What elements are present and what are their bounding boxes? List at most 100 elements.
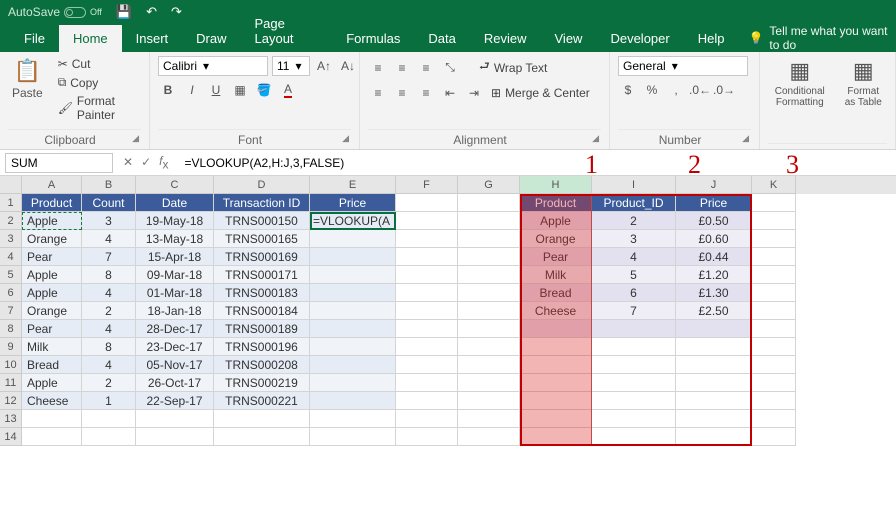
cancel-icon[interactable]: ✕ bbox=[123, 155, 133, 169]
cell-J13[interactable] bbox=[676, 410, 752, 428]
cell-E2[interactable]: =VLOOKUP(A bbox=[310, 212, 396, 230]
cell-E13[interactable] bbox=[310, 410, 396, 428]
cell-E8[interactable] bbox=[310, 320, 396, 338]
cell-I2[interactable]: 2 bbox=[592, 212, 676, 230]
cell-F5[interactable] bbox=[396, 266, 458, 284]
cell-K4[interactable] bbox=[752, 248, 796, 266]
cell-G7[interactable] bbox=[458, 302, 520, 320]
cell-B2[interactable]: 3 bbox=[82, 212, 136, 230]
align-bottom-button[interactable]: ≡ bbox=[416, 58, 436, 78]
cell-F14[interactable] bbox=[396, 428, 458, 446]
cell-K11[interactable] bbox=[752, 374, 796, 392]
tab-developer[interactable]: Developer bbox=[596, 25, 683, 52]
cell-I4[interactable]: 4 bbox=[592, 248, 676, 266]
cell-C1[interactable]: Date bbox=[136, 194, 214, 212]
cell-J5[interactable]: £1.20 bbox=[676, 266, 752, 284]
indent-dec-button[interactable]: ⇤ bbox=[440, 83, 460, 103]
cell-E3[interactable] bbox=[310, 230, 396, 248]
row-header[interactable]: 6 bbox=[0, 284, 22, 302]
number-format-select[interactable]: General▾ bbox=[618, 56, 748, 76]
cell-H13[interactable] bbox=[520, 410, 592, 428]
cell-H8[interactable] bbox=[520, 320, 592, 338]
cell-G10[interactable] bbox=[458, 356, 520, 374]
col-header-G[interactable]: G bbox=[458, 176, 520, 194]
italic-button[interactable]: I bbox=[182, 80, 202, 100]
cell-D4[interactable]: TRNS000169 bbox=[214, 248, 310, 266]
col-header-E[interactable]: E bbox=[310, 176, 396, 194]
cell-J10[interactable] bbox=[676, 356, 752, 374]
cell-D2[interactable]: TRNS000150 bbox=[214, 212, 310, 230]
cell-F7[interactable] bbox=[396, 302, 458, 320]
cell-K5[interactable] bbox=[752, 266, 796, 284]
cell-F3[interactable] bbox=[396, 230, 458, 248]
cell-A2[interactable]: Apple bbox=[22, 212, 82, 230]
tab-home[interactable]: Home bbox=[59, 25, 122, 52]
cell-D9[interactable]: TRNS000196 bbox=[214, 338, 310, 356]
grow-font-button[interactable]: A↑ bbox=[314, 56, 334, 76]
row-header[interactable]: 10 bbox=[0, 356, 22, 374]
cell-K10[interactable] bbox=[752, 356, 796, 374]
cell-C11[interactable]: 26-Oct-17 bbox=[136, 374, 214, 392]
cell-A8[interactable]: Pear bbox=[22, 320, 82, 338]
cell-I7[interactable]: 7 bbox=[592, 302, 676, 320]
cell-A1[interactable]: Product bbox=[22, 194, 82, 212]
align-right-button[interactable]: ≡ bbox=[416, 83, 436, 103]
cell-C14[interactable] bbox=[136, 428, 214, 446]
cell-K8[interactable] bbox=[752, 320, 796, 338]
cell-F4[interactable] bbox=[396, 248, 458, 266]
cell-A11[interactable]: Apple bbox=[22, 374, 82, 392]
cell-B7[interactable]: 2 bbox=[82, 302, 136, 320]
cell-I11[interactable] bbox=[592, 374, 676, 392]
cell-D14[interactable] bbox=[214, 428, 310, 446]
format-as-table-button[interactable]: ▦Format as Table bbox=[840, 56, 887, 110]
align-left-button[interactable]: ≡ bbox=[368, 83, 388, 103]
cell-B12[interactable]: 1 bbox=[82, 392, 136, 410]
bold-button[interactable]: B bbox=[158, 80, 178, 100]
cell-J2[interactable]: £0.50 bbox=[676, 212, 752, 230]
cell-D6[interactable]: TRNS000183 bbox=[214, 284, 310, 302]
tab-formulas[interactable]: Formulas bbox=[332, 25, 414, 52]
cell-H3[interactable]: Orange bbox=[520, 230, 592, 248]
cell-G4[interactable] bbox=[458, 248, 520, 266]
cell-J1[interactable]: Price bbox=[676, 194, 752, 212]
cell-J4[interactable]: £0.44 bbox=[676, 248, 752, 266]
percent-button[interactable]: % bbox=[642, 80, 662, 100]
redo-icon[interactable]: ↷ bbox=[171, 4, 182, 20]
cell-K1[interactable] bbox=[752, 194, 796, 212]
row-header[interactable]: 5 bbox=[0, 266, 22, 284]
cell-A10[interactable]: Bread bbox=[22, 356, 82, 374]
dialog-launcher-icon[interactable]: ◢ bbox=[742, 133, 749, 144]
col-header-C[interactable]: C bbox=[136, 176, 214, 194]
cell-I3[interactable]: 3 bbox=[592, 230, 676, 248]
cell-H2[interactable]: Apple bbox=[520, 212, 592, 230]
row-header[interactable]: 8 bbox=[0, 320, 22, 338]
col-header-J[interactable]: J bbox=[676, 176, 752, 194]
font-size-select[interactable]: 11▾ bbox=[272, 56, 310, 76]
cell-G5[interactable] bbox=[458, 266, 520, 284]
currency-button[interactable]: $ bbox=[618, 80, 638, 100]
format-painter-button[interactable]: 🖌Format Painter bbox=[55, 93, 141, 123]
col-header-H[interactable]: H bbox=[520, 176, 592, 194]
cell-I1[interactable]: Product_ID bbox=[592, 194, 676, 212]
cell-I12[interactable] bbox=[592, 392, 676, 410]
cell-D7[interactable]: TRNS000184 bbox=[214, 302, 310, 320]
cell-J6[interactable]: £1.30 bbox=[676, 284, 752, 302]
cell-B14[interactable] bbox=[82, 428, 136, 446]
cell-D3[interactable]: TRNS000165 bbox=[214, 230, 310, 248]
cell-K14[interactable] bbox=[752, 428, 796, 446]
cell-D11[interactable]: TRNS000219 bbox=[214, 374, 310, 392]
cell-F10[interactable] bbox=[396, 356, 458, 374]
cell-F2[interactable] bbox=[396, 212, 458, 230]
col-header-F[interactable]: F bbox=[396, 176, 458, 194]
indent-inc-button[interactable]: ⇥ bbox=[464, 83, 484, 103]
cell-E12[interactable] bbox=[310, 392, 396, 410]
cell-K13[interactable] bbox=[752, 410, 796, 428]
col-header-I[interactable]: I bbox=[592, 176, 676, 194]
cell-C2[interactable]: 19-May-18 bbox=[136, 212, 214, 230]
cell-E1[interactable]: Price bbox=[310, 194, 396, 212]
cell-J3[interactable]: £0.60 bbox=[676, 230, 752, 248]
cell-K7[interactable] bbox=[752, 302, 796, 320]
row-header[interactable]: 12 bbox=[0, 392, 22, 410]
cell-D8[interactable]: TRNS000189 bbox=[214, 320, 310, 338]
dialog-launcher-icon[interactable]: ◢ bbox=[132, 133, 139, 144]
